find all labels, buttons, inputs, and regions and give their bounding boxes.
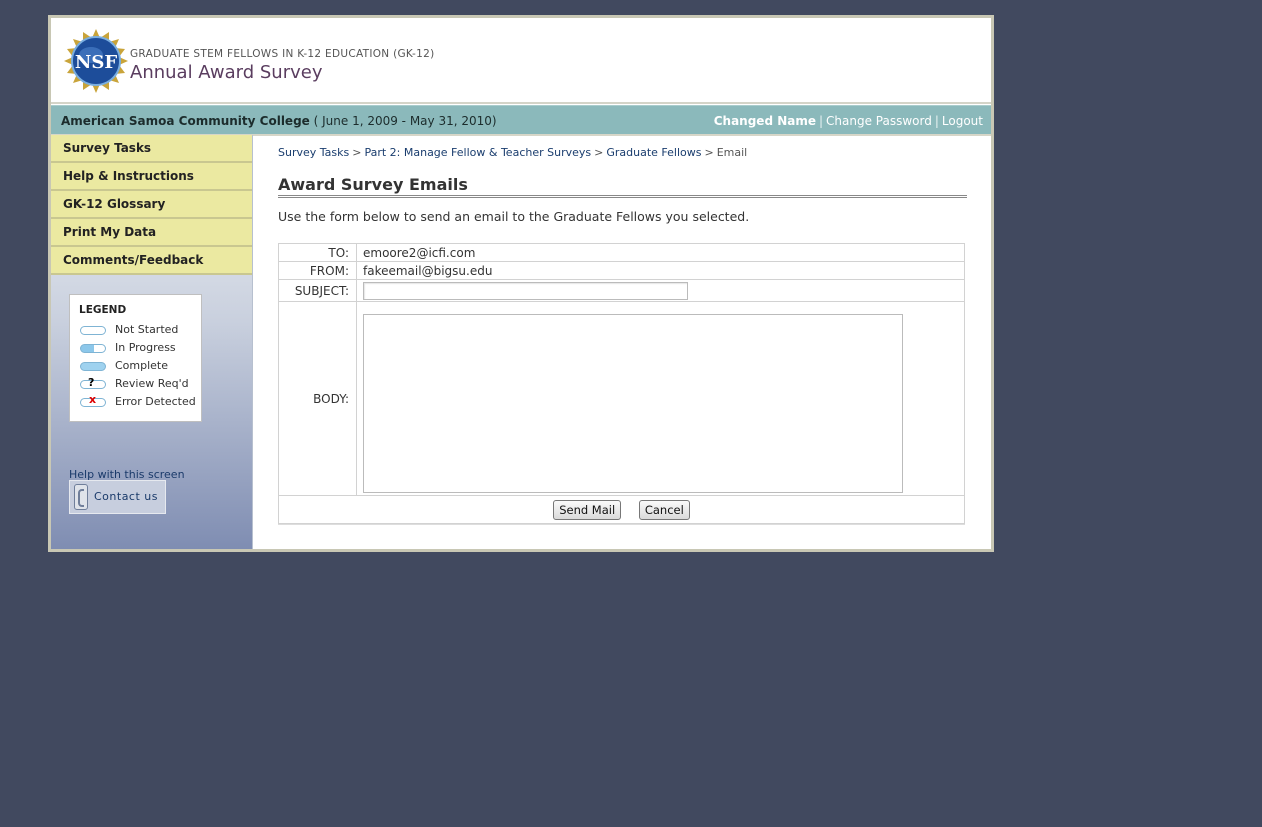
top-bar: American Samoa Community College ( June … (51, 105, 991, 136)
body-label: BODY: (278, 301, 357, 496)
user-name-link[interactable]: Changed Name (714, 114, 816, 128)
sidebar-item-survey-tasks[interactable]: Survey Tasks (51, 135, 252, 163)
to-label: TO: (278, 243, 357, 262)
legend-label: Complete (115, 359, 169, 372)
breadcrumb-current: Email (716, 146, 748, 159)
nsf-seal-icon: NSF (64, 29, 128, 93)
breadcrumb-survey-tasks[interactable]: Survey Tasks (278, 146, 349, 159)
in-progress-icon (80, 344, 106, 353)
user-links: Changed Name | Change Password | Logout (714, 114, 983, 128)
legend-label: Not Started (115, 323, 179, 336)
main-content: Survey Tasks > Part 2: Manage Fellow & Tea… (253, 135, 991, 549)
breadcrumb-separator: > (352, 146, 362, 159)
breadcrumb-separator: > (704, 146, 714, 159)
app-title: Annual Award Survey (130, 62, 323, 83)
contact-us-button[interactable]: Contact us (69, 480, 166, 514)
sidebar: Survey Tasks Help & Instructions GK-12 G… (51, 135, 253, 549)
body-row: BODY: (278, 301, 965, 496)
institution-info: American Samoa Community College ( June … (61, 114, 497, 128)
intro-text: Use the form below to send an email to t… (278, 209, 750, 224)
legend-label: Error Detected (115, 395, 196, 408)
breadcrumb: Survey Tasks > Part 2: Manage Fellow & Tea… (278, 146, 747, 159)
send-mail-button[interactable]: Send Mail (553, 499, 622, 520)
svg-text:NSF: NSF (75, 52, 117, 73)
phone-icon (74, 484, 88, 510)
legend: LEGEND Not Started In Progress Complete … (69, 294, 202, 422)
separator: | (934, 114, 939, 128)
cancel-button[interactable]: Cancel (638, 499, 690, 520)
subject-cell (356, 279, 965, 302)
legend-title: LEGEND (79, 304, 127, 316)
actions-row: Send Mail Cancel (278, 495, 965, 524)
to-value: emoore2@icfi.com (356, 243, 965, 262)
legend-label: Review Req'd (115, 377, 189, 390)
sidebar-item-print-data[interactable]: Print My Data (51, 219, 252, 247)
breadcrumb-part2[interactable]: Part 2: Manage Fellow & Teacher Surveys (364, 146, 591, 159)
review-required-icon (80, 376, 106, 389)
email-form: TO: emoore2@icfi.com FROM: fakeemail@big… (278, 243, 965, 524)
institution-name: American Samoa Community College (61, 114, 310, 128)
app-frame: NSF GRADUATE STEM FELLOWS IN K-12 EDUCAT… (48, 15, 994, 552)
breadcrumb-graduate-fellows[interactable]: Graduate Fellows (606, 146, 701, 159)
error-detected-icon (80, 393, 106, 407)
subject-input[interactable] (363, 281, 688, 300)
sidebar-item-help-instructions[interactable]: Help & Instructions (51, 163, 252, 191)
program-name: GRADUATE STEM FELLOWS IN K-12 EDUCATION … (130, 48, 435, 60)
breadcrumb-separator: > (594, 146, 604, 159)
from-row: FROM: fakeemail@bigsu.edu (278, 261, 965, 280)
subject-label: SUBJECT: (278, 279, 357, 302)
sidebar-item-glossary[interactable]: GK-12 Glossary (51, 191, 252, 219)
nsf-logo: NSF (63, 28, 129, 94)
change-password-link[interactable]: Change Password (826, 114, 932, 128)
separator: | (819, 114, 824, 128)
not-started-icon (80, 326, 106, 335)
complete-icon (80, 362, 106, 371)
subject-row: SUBJECT: (278, 279, 965, 302)
page-title: Award Survey Emails (278, 175, 967, 198)
to-row: TO: emoore2@icfi.com (278, 243, 965, 262)
sidebar-item-comments-feedback[interactable]: Comments/Feedback (51, 247, 252, 275)
award-period: ( June 1, 2009 - May 31, 2010) (313, 114, 497, 128)
actions-cell: Send Mail Cancel (278, 495, 965, 524)
header: NSF GRADUATE STEM FELLOWS IN K-12 EDUCAT… (51, 18, 991, 104)
body-cell (356, 301, 965, 496)
logout-link[interactable]: Logout (942, 114, 983, 128)
body-textarea[interactable] (363, 314, 903, 493)
from-value: fakeemail@bigsu.edu (356, 261, 965, 280)
from-label: FROM: (278, 261, 357, 280)
legend-label: In Progress (115, 341, 176, 354)
contact-us-label: Contact us (94, 490, 158, 503)
